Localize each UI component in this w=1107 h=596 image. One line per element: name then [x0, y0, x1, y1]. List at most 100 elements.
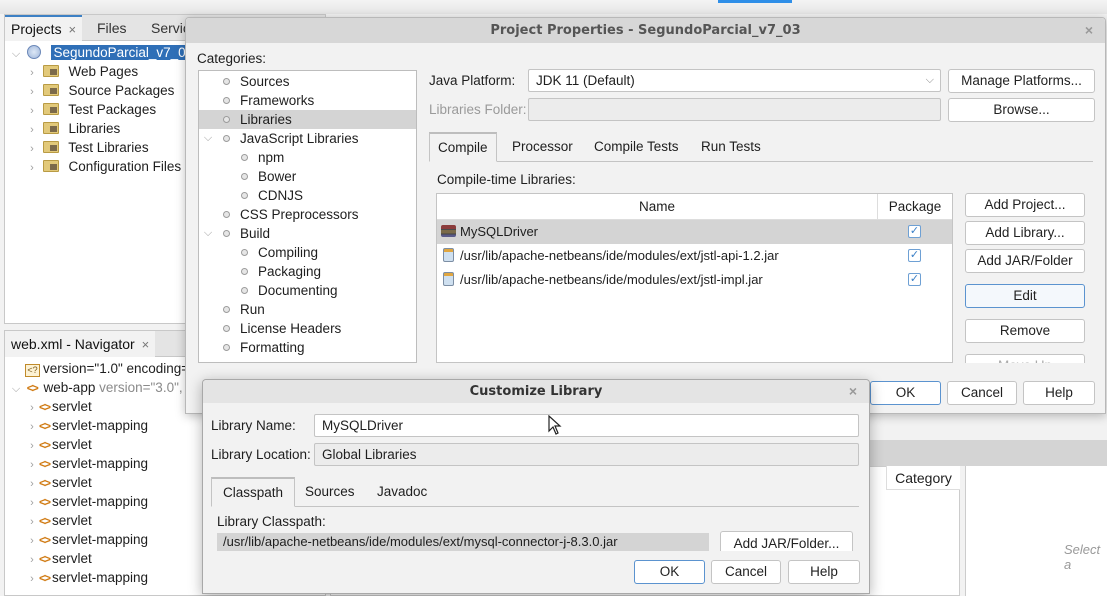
add-project-button[interactable]: Add Project...: [965, 193, 1085, 217]
navigator-node[interactable]: › <> servlet: [25, 473, 92, 492]
category-column-header[interactable]: Category: [886, 466, 960, 490]
category-bullet-icon: [223, 135, 230, 142]
library-name-input[interactable]: MySQLDriver: [314, 414, 859, 437]
libraries-folder-field[interactable]: [528, 98, 941, 121]
compile-time-libraries-label: Compile-time Libraries:: [437, 172, 576, 187]
column-header-package[interactable]: Package: [877, 194, 952, 220]
node-label: servlet-mapping: [52, 494, 149, 509]
tab-run-tests[interactable]: Run Tests: [693, 132, 769, 162]
navigator-node[interactable]: › <> servlet-mapping: [25, 492, 148, 511]
navigator-node[interactable]: › <> servlet-mapping: [25, 416, 148, 435]
tab-compile[interactable]: Compile: [429, 132, 497, 162]
jar-icon: [443, 248, 454, 262]
tree-node-web-pages[interactable]: › Web Pages: [25, 62, 138, 81]
project-root-node[interactable]: ⌵ SegundoParcial_v7_03: [9, 43, 197, 64]
classpath-entry[interactable]: /usr/lib/apache-netbeans/ide/modules/ext…: [217, 533, 709, 551]
ok-button[interactable]: OK: [634, 560, 705, 584]
cancel-button[interactable]: Cancel: [947, 381, 1017, 405]
chevron-down-icon[interactable]: ⌵: [9, 45, 23, 64]
package-checkbox[interactable]: ✓: [908, 273, 921, 286]
node-label: Test Packages: [68, 102, 157, 117]
navigator-node[interactable]: › <> servlet: [25, 435, 92, 454]
tab-classpath[interactable]: Classpath: [211, 477, 296, 507]
category-label: Compiling: [258, 245, 319, 260]
category-label: Frameworks: [240, 93, 315, 108]
navigator-node[interactable]: › <> servlet: [25, 397, 92, 416]
chevron-down-icon[interactable]: ⌵: [201, 129, 215, 148]
xml-declaration-node[interactable]: <? version="1.0" encoding=: [25, 359, 189, 378]
table-row[interactable]: /usr/lib/apache-netbeans/ide/modules/ext…: [437, 268, 952, 292]
chevron-right-icon[interactable]: ›: [25, 159, 39, 178]
tree-node-test-libraries[interactable]: › Test Libraries: [25, 138, 149, 157]
library-location-field: Global Libraries: [314, 443, 859, 466]
close-icon[interactable]: ×: [68, 22, 76, 37]
category-label: JavaScript Libraries: [240, 131, 359, 146]
node-label: Web Pages: [68, 64, 139, 79]
tree-node-configuration-files[interactable]: › Configuration Files: [25, 157, 181, 176]
tab-compile-tests[interactable]: Compile Tests: [586, 132, 687, 162]
close-icon[interactable]: ×: [849, 380, 857, 403]
help-button[interactable]: Help: [1023, 381, 1095, 405]
chevron-down-icon[interactable]: ⌵: [9, 380, 23, 399]
ok-button[interactable]: OK: [870, 381, 941, 405]
table-row[interactable]: /usr/lib/apache-netbeans/ide/modules/ext…: [437, 244, 952, 268]
package-checkbox[interactable]: ✓: [908, 249, 921, 262]
tab-projects[interactable]: Projects ×: [5, 15, 83, 41]
chevron-down-icon[interactable]: ⌵: [201, 224, 215, 243]
library-classpath-label: Library Classpath:: [217, 514, 326, 529]
navigator-node[interactable]: › <> servlet-mapping: [25, 568, 148, 587]
add-library-button[interactable]: Add Library...: [965, 221, 1085, 245]
tab-navigator[interactable]: web.xml - Navigator ×: [5, 331, 156, 357]
remove-button[interactable]: Remove: [965, 319, 1085, 343]
category-label: License Headers: [240, 321, 342, 336]
tree-node-libraries[interactable]: › Libraries: [25, 119, 120, 138]
source-packages-folder-icon: [42, 84, 59, 96]
add-jar-folder-button[interactable]: Add JAR/Folder: [965, 249, 1085, 273]
category-bullet-icon: [223, 211, 230, 218]
tab-files[interactable]: Files: [91, 15, 133, 41]
cancel-button[interactable]: Cancel: [711, 560, 781, 584]
navigator-node[interactable]: › <> servlet-mapping: [25, 530, 148, 549]
tree-node-source-packages[interactable]: › Source Packages: [25, 81, 174, 100]
tree-node-test-packages[interactable]: › Test Packages: [25, 100, 156, 119]
compile-libraries-table: Name Package MySQLDriver ✓ /usr/lib/apache…: [436, 193, 953, 363]
library-name: MySQLDriver: [460, 224, 539, 239]
close-icon[interactable]: ×: [1085, 18, 1093, 43]
node-label: servlet: [52, 399, 92, 414]
tab-sources[interactable]: Sources: [297, 477, 363, 507]
node-label: Test Libraries: [68, 140, 149, 155]
category-bullet-icon: [223, 116, 230, 123]
category-libraries[interactable]: Libraries: [199, 110, 416, 129]
tab-javadoc[interactable]: Javadoc: [369, 477, 435, 507]
column-header-name[interactable]: Name: [437, 194, 877, 220]
close-icon[interactable]: ×: [142, 337, 150, 352]
node-label: servlet-mapping: [52, 570, 149, 585]
java-platform-label: Java Platform:: [429, 73, 516, 88]
xml-element-icon: <>: [39, 514, 51, 528]
navigator-node[interactable]: › <> servlet: [25, 549, 92, 568]
chevron-right-icon[interactable]: ›: [25, 570, 39, 589]
node-label: Configuration Files: [68, 159, 182, 174]
categories-label: Categories:: [197, 51, 267, 66]
tab-processor[interactable]: Processor: [504, 132, 581, 162]
add-jar-folder-button[interactable]: Add JAR/Folder...: [720, 531, 853, 551]
configuration-folder-icon: [42, 160, 59, 172]
java-platform-combo[interactable]: JDK 11 (Default) ⌵: [528, 69, 941, 92]
tab-label: Projects: [11, 21, 62, 37]
category-bullet-icon: [241, 192, 248, 199]
web-app-node[interactable]: ⌵ <> web-app version="3.0", x: [9, 378, 193, 397]
manage-platforms-button[interactable]: Manage Platforms...: [948, 69, 1095, 93]
package-checkbox[interactable]: ✓: [908, 225, 921, 238]
category-bullet-icon: [223, 344, 230, 351]
move-up-button[interactable]: Move Up: [965, 354, 1085, 363]
category-label: npm: [258, 150, 285, 165]
table-row[interactable]: MySQLDriver ✓: [437, 220, 952, 244]
navigator-node[interactable]: › <> servlet: [25, 511, 92, 530]
category-bullet-icon: [223, 78, 230, 85]
help-button[interactable]: Help: [788, 560, 860, 584]
navigator-node[interactable]: › <> servlet-mapping: [25, 454, 148, 473]
browse-button[interactable]: Browse...: [948, 98, 1095, 122]
edit-button[interactable]: Edit: [965, 284, 1085, 308]
background-detail-pane: [965, 466, 1107, 596]
node-label: web-app: [43, 380, 96, 395]
